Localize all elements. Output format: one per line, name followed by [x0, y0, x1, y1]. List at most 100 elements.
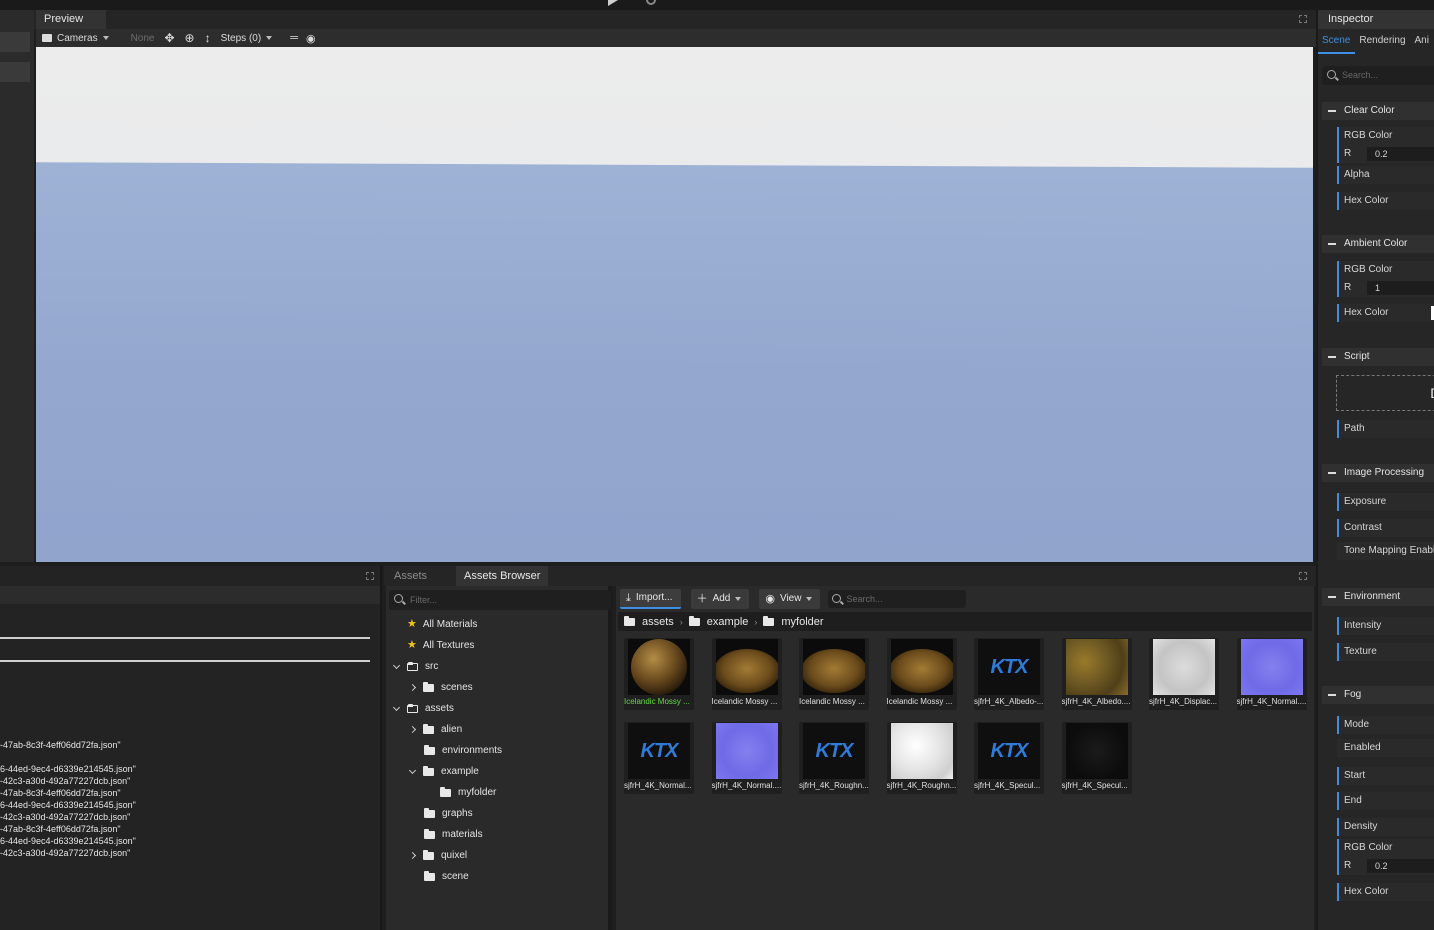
log-line: -47ab-8c3f-4eff06dd72fa.json": [0, 740, 121, 750]
eye-icon[interactable]: ◉: [306, 32, 316, 45]
filter-input[interactable]: Filter...: [389, 590, 611, 610]
asset-tile[interactable]: sjfrH_4K_Normal....: [711, 722, 782, 794]
contrast-field[interactable]: Contrast: [1337, 519, 1434, 537]
material-preview: [890, 649, 953, 693]
script-path-field[interactable]: Path: [1337, 420, 1434, 438]
asset-tile[interactable]: KTX sjfrH_4K_Albedo-...: [974, 638, 1044, 710]
tree-item-myfolder[interactable]: myfolder: [440, 782, 496, 803]
asset-tile[interactable]: KTX sjfrH_4K_Roughn...: [799, 722, 869, 794]
asset-tile[interactable]: sjfrH_4K_Displac...: [1149, 638, 1219, 710]
left-panel-block[interactable]: [0, 62, 30, 82]
breadcrumb-myfolder[interactable]: myfolder: [763, 615, 824, 628]
ktx-logo-icon: KTX: [990, 739, 1029, 762]
asset-tile[interactable]: Icelandic Mossy ...: [624, 638, 694, 710]
clear-hex-color-field[interactable]: Hex Color: [1337, 192, 1434, 210]
tree-item-quixel[interactable]: quixel: [408, 845, 467, 866]
move-gizmo-icon[interactable]: ✥: [164, 31, 174, 45]
section-script[interactable]: Script: [1322, 348, 1434, 366]
tree-item-scenes[interactable]: scenes: [408, 677, 473, 698]
chevron-down-icon[interactable]: [408, 766, 417, 774]
tree-item-alien[interactable]: alien: [408, 719, 462, 740]
prop-label: R: [1344, 148, 1352, 159]
tab-scene[interactable]: Scene: [1318, 32, 1356, 54]
chevron-down-icon[interactable]: [392, 661, 401, 669]
tab-rendering[interactable]: Rendering: [1355, 32, 1410, 54]
tree-item-graphs[interactable]: graphs: [424, 803, 473, 824]
inspector-search-input[interactable]: Search...: [1322, 66, 1434, 85]
view-button[interactable]: ◉ View: [759, 589, 821, 609]
chevron-right-icon[interactable]: [408, 683, 417, 692]
ambient-r-field[interactable]: R 1: [1337, 279, 1434, 297]
fog-r-field[interactable]: R 0.2: [1337, 857, 1434, 875]
rotate-gizmo-icon[interactable]: ⊕: [185, 31, 195, 45]
asset-tile[interactable]: sjfrH_4K_Normal....: [1236, 638, 1307, 710]
exposure-field[interactable]: Exposure: [1337, 493, 1434, 511]
add-button[interactable]: ＋ Add: [690, 589, 750, 609]
fog-density-field[interactable]: Density: [1337, 818, 1434, 836]
asset-tile[interactable]: Icelandic Mossy ...: [886, 638, 957, 710]
asset-tile[interactable]: sjfrH_4K_Roughn...: [886, 722, 957, 794]
fog-hex-color-field[interactable]: Hex Color: [1337, 883, 1434, 901]
asset-thumbnail: [1065, 639, 1128, 695]
maximize-icon[interactable]: [1299, 572, 1307, 580]
fog-end-field[interactable]: End: [1337, 792, 1434, 810]
tree-item-src[interactable]: src: [392, 656, 438, 677]
fog-mode-field[interactable]: Mode: [1337, 716, 1434, 734]
asset-tile[interactable]: KTX sjfrH_4K_Specul...: [974, 722, 1044, 794]
scene-viewport[interactable]: [36, 47, 1313, 562]
breadcrumb-assets[interactable]: assets: [624, 615, 674, 628]
tree-label: assets: [425, 703, 454, 714]
tab-preview[interactable]: Preview: [36, 10, 106, 29]
steps-dropdown[interactable]: Steps (0): [221, 33, 273, 44]
tree-item-assets[interactable]: assets: [392, 698, 454, 719]
tab-assets[interactable]: Assets: [386, 566, 435, 586]
tone-mapping-toggle[interactable]: Tone Mapping Enable: [1337, 542, 1434, 560]
asset-tile[interactable]: sjfrH_4K_Albedo....: [1061, 638, 1132, 710]
fog-r-value[interactable]: 0.2: [1367, 859, 1434, 873]
menu-lines-icon[interactable]: ═: [290, 32, 298, 44]
ambient-hex-color-field[interactable]: Hex Color: [1337, 304, 1434, 322]
clear-r-field[interactable]: R 0.2: [1337, 145, 1434, 163]
top-toolbar: [0, 0, 1434, 10]
tree-item-environments[interactable]: environments: [424, 740, 502, 761]
left-panel-block[interactable]: [0, 32, 30, 52]
tree-item-materials[interactable]: materials: [424, 824, 483, 845]
chevron-right-icon[interactable]: [408, 851, 417, 860]
camera-icon: [42, 34, 52, 42]
script-drop-zone[interactable]: Dr: [1336, 375, 1434, 411]
fog-enabled-toggle[interactable]: Enabled: [1337, 739, 1434, 757]
ambient-r-value[interactable]: 1: [1367, 281, 1434, 295]
section-clear-color[interactable]: Clear Color: [1322, 102, 1434, 120]
clear-alpha-field[interactable]: Alpha: [1337, 166, 1434, 184]
tree-item-all-textures[interactable]: ★ All Textures: [407, 635, 474, 656]
fog-start-field[interactable]: Start: [1337, 767, 1434, 785]
section-fog[interactable]: Fog: [1322, 686, 1434, 704]
maximize-icon[interactable]: [366, 572, 374, 580]
browser-search-input[interactable]: Search...: [828, 590, 967, 608]
clear-r-value[interactable]: 0.2: [1367, 147, 1434, 161]
texture-field[interactable]: Texture: [1337, 643, 1434, 661]
section-image-processing[interactable]: Image Processing: [1322, 464, 1434, 482]
scale-gizmo-icon[interactable]: ↕: [205, 31, 211, 45]
import-button[interactable]: ⤓ Import...: [620, 589, 681, 609]
breadcrumb-example[interactable]: example: [688, 615, 748, 628]
asset-tile[interactable]: Icelandic Mossy ...: [711, 638, 782, 710]
chevron-down-icon[interactable]: [392, 703, 401, 711]
tree-item-scene[interactable]: scene: [424, 866, 469, 887]
asset-tile[interactable]: KTX sjfrH_4K_Normal...: [624, 722, 694, 794]
tree-item-all-materials[interactable]: ★ All Materials: [407, 614, 477, 635]
section-ambient-color[interactable]: Ambient Color: [1322, 235, 1434, 253]
cameras-dropdown[interactable]: Cameras: [42, 33, 109, 44]
intensity-field[interactable]: Intensity: [1337, 617, 1434, 635]
inspector-title[interactable]: Inspector: [1318, 10, 1434, 29]
tree-item-example[interactable]: example: [408, 761, 479, 782]
asset-tile[interactable]: sjfrH_4K_Specul...: [1061, 722, 1132, 794]
inspector-panel: Inspector Scene Rendering Ani Search... …: [1316, 10, 1434, 930]
play-icon[interactable]: [608, 0, 618, 6]
asset-tile[interactable]: Icelandic Mossy ...: [799, 638, 869, 710]
section-environment[interactable]: Environment: [1322, 588, 1434, 606]
tab-assets-browser[interactable]: Assets Browser: [456, 566, 549, 586]
maximize-icon[interactable]: [1299, 15, 1307, 23]
chevron-right-icon[interactable]: [408, 725, 417, 734]
tab-animation[interactable]: Ani: [1411, 32, 1434, 54]
